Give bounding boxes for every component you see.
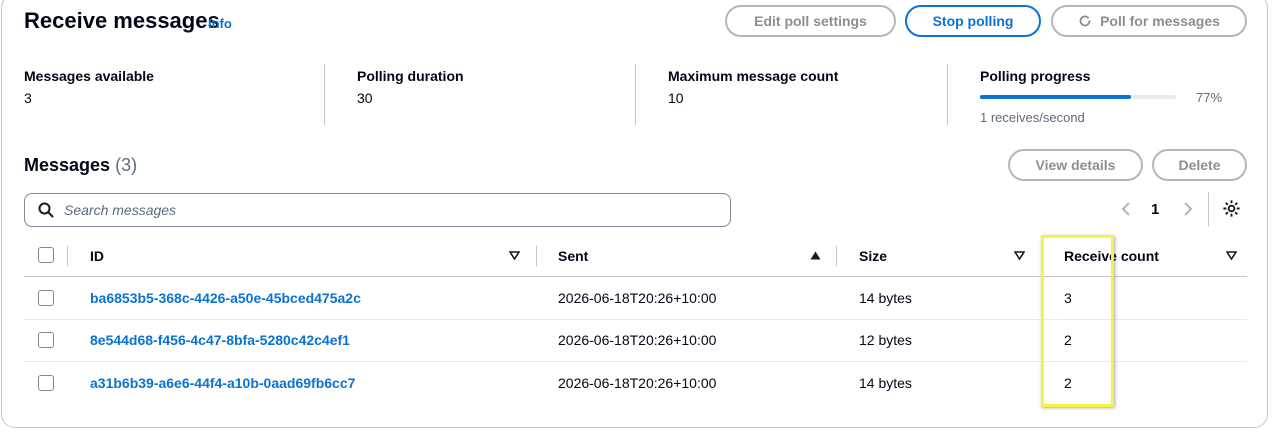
- info-link[interactable]: Info: [208, 16, 232, 31]
- messages-title: Messages: [24, 155, 111, 175]
- message-id-link[interactable]: a31b6b39-a6e6-44f4-a10b-0aad69fb6cc7: [90, 375, 355, 391]
- messages-count: (3): [115, 155, 138, 175]
- search-box: [24, 193, 731, 227]
- max-message-count-label: Maximum message count: [668, 68, 839, 84]
- row-checkbox[interactable]: [38, 375, 54, 391]
- row-checkbox[interactable]: [38, 290, 54, 306]
- message-size: 14 bytes: [859, 375, 912, 391]
- sort-down-icon[interactable]: [1013, 251, 1026, 261]
- polling-duration-label: Polling duration: [357, 68, 464, 84]
- polling-progress-label: Polling progress: [980, 68, 1091, 84]
- messages-section-title: Messages (3): [24, 155, 137, 176]
- messages-available-value: 3: [24, 90, 32, 106]
- column-separator: [67, 246, 68, 266]
- message-sent: 2026-06-18T20:26+10:00: [558, 375, 717, 391]
- search-icon: [38, 202, 54, 218]
- row-checkbox[interactable]: [38, 332, 54, 348]
- sort-up-icon[interactable]: [810, 251, 821, 260]
- view-details-button[interactable]: View details: [1008, 149, 1143, 181]
- delete-button[interactable]: Delete: [1152, 149, 1247, 181]
- column-separator: [536, 246, 537, 266]
- page-number[interactable]: 1: [1151, 201, 1159, 218]
- polling-progress-bar: [980, 95, 1176, 99]
- edit-poll-settings-label: Edit poll settings: [754, 13, 867, 29]
- delete-label: Delete: [1178, 157, 1221, 173]
- stat-divider: [947, 64, 948, 125]
- stat-divider: [635, 64, 636, 125]
- message-sent: 2026-06-18T20:26+10:00: [558, 332, 717, 348]
- message-sent: 2026-06-18T20:26+10:00: [558, 290, 717, 306]
- stop-polling-label: Stop polling: [932, 13, 1014, 29]
- refresh-icon: [1078, 14, 1092, 28]
- poll-for-messages-button[interactable]: Poll for messages: [1051, 5, 1247, 37]
- polling-rate: 1 receives/second: [980, 110, 1085, 125]
- search-input[interactable]: [62, 201, 706, 219]
- sort-down-icon[interactable]: [508, 251, 521, 261]
- select-all-checkbox[interactable]: [38, 247, 54, 263]
- column-header-id[interactable]: ID: [90, 248, 104, 264]
- poll-for-messages-label: Poll for messages: [1100, 13, 1220, 29]
- settings-gear-icon[interactable]: [1222, 199, 1241, 218]
- pagination-divider: [1208, 192, 1209, 226]
- receive-count-highlight: [1041, 235, 1114, 407]
- stop-polling-button[interactable]: Stop polling: [905, 5, 1041, 37]
- column-header-sent[interactable]: Sent: [558, 248, 588, 264]
- max-message-count-value: 10: [668, 90, 684, 106]
- stat-divider: [324, 64, 325, 125]
- message-size: 12 bytes: [859, 332, 912, 348]
- column-header-size[interactable]: Size: [859, 248, 887, 264]
- column-separator: [836, 246, 837, 266]
- next-page-icon[interactable]: [1182, 201, 1194, 217]
- previous-page-icon[interactable]: [1120, 201, 1132, 217]
- edit-poll-settings-button[interactable]: Edit poll settings: [725, 5, 896, 37]
- page-title: Receive messages: [24, 8, 220, 33]
- message-id-link[interactable]: ba6853b5-368c-4426-a50e-45bced475a2c: [90, 290, 361, 306]
- messages-available-label: Messages available: [24, 68, 154, 84]
- sort-down-icon[interactable]: [1225, 251, 1238, 261]
- view-details-label: View details: [1035, 157, 1116, 173]
- polling-duration-value: 30: [357, 90, 373, 106]
- message-id-link[interactable]: 8e544d68-f456-4c47-8bfa-5280c42c4ef1: [90, 332, 350, 348]
- polling-progress-percent: 77%: [1196, 90, 1223, 105]
- polling-progress-fill: [980, 95, 1131, 99]
- message-size: 14 bytes: [859, 290, 912, 306]
